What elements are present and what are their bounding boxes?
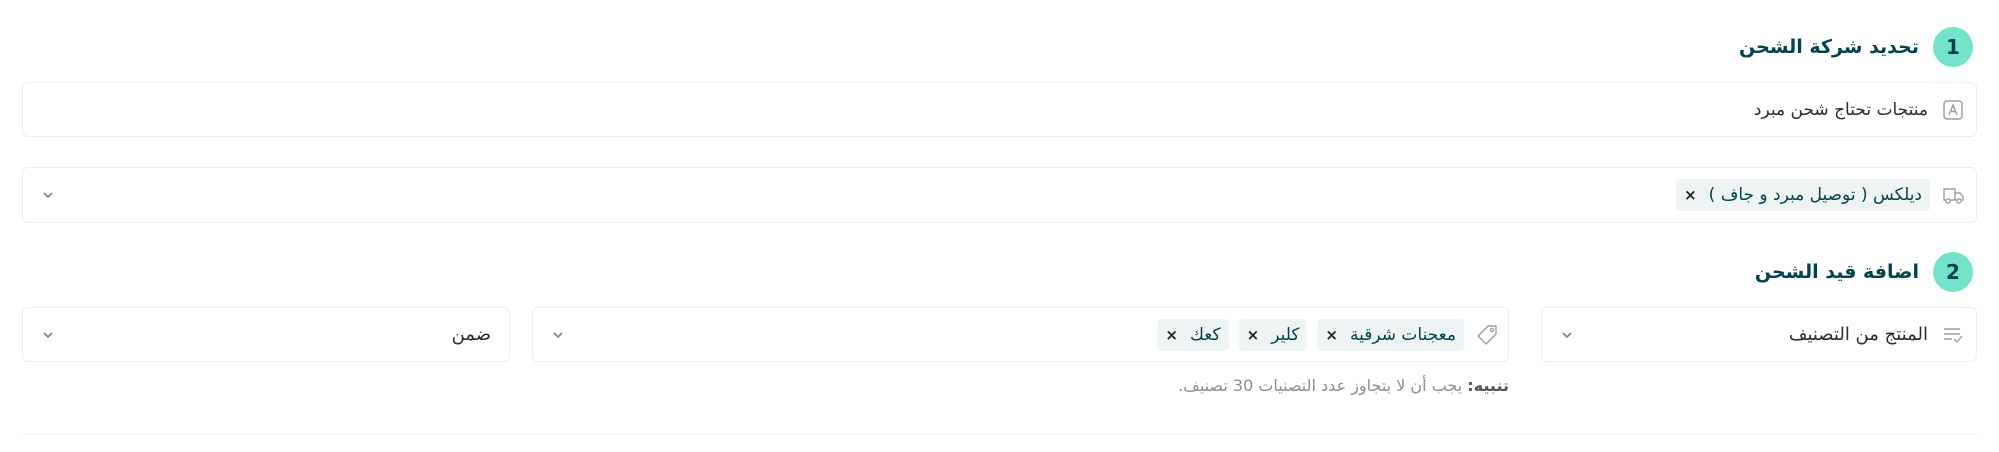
constraint-type-value: المنتج من التصنيف: [1788, 324, 1928, 345]
carrier-tag-label: ديلكس ( توصيل مبرد و جاف ): [1708, 185, 1922, 205]
carrier-select[interactable]: ديلكس ( توصيل مبرد و جاف ) ×: [22, 167, 1977, 223]
category-tag-label: كلير: [1271, 324, 1300, 345]
step2-badge: 2: [1933, 252, 1973, 292]
category-tag: كلير ×: [1238, 318, 1308, 351]
note-text: يجب أن لا يتجاوز عدد التصنيات 30 تصنيف.: [1178, 376, 1468, 395]
constraint-type-select[interactable]: المنتج من التصنيف: [1541, 307, 1977, 362]
letter-a-box-icon: [1940, 97, 1966, 123]
chevron-down-icon[interactable]: [41, 328, 55, 342]
list-check-icon: [1940, 322, 1966, 348]
divider: [22, 434, 1977, 435]
category-tag-label: معجنات شرقية: [1350, 324, 1456, 345]
remove-category-button[interactable]: ×: [1165, 326, 1178, 344]
cold-shipping-label: منتجات تحتاج شحن مبرد: [1753, 99, 1928, 120]
step2-header: 2 اضافة قيد الشحن: [1755, 252, 1973, 292]
step1-title: تحديد شركة الشحن: [1739, 36, 1919, 58]
categories-select[interactable]: معجنات شرقية × كلير × كعك ×: [532, 307, 1509, 362]
note-label: تنبيه:: [1467, 376, 1509, 395]
remove-category-button[interactable]: ×: [1247, 326, 1260, 344]
chevron-down-icon[interactable]: [551, 328, 565, 342]
condition-select[interactable]: ضمن: [22, 307, 510, 362]
category-tag: معجنات شرقية ×: [1317, 318, 1464, 351]
remove-category-button[interactable]: ×: [1325, 326, 1338, 344]
carrier-tag: ديلكس ( توصيل مبرد و جاف ) ×: [1676, 179, 1930, 211]
chevron-down-icon[interactable]: [1560, 328, 1574, 342]
category-tag: كعك ×: [1157, 318, 1229, 351]
categories-limit-note: تنبيه: يجب أن لا يتجاوز عدد التصنيات 30 …: [1178, 376, 1509, 395]
condition-value: ضمن: [451, 324, 491, 345]
cold-shipping-option[interactable]: منتجات تحتاج شحن مبرد: [22, 82, 1977, 137]
step2-title: اضافة قيد الشحن: [1754, 261, 1919, 283]
category-tag-label: كعك: [1189, 324, 1221, 345]
step1-badge: 1: [1933, 27, 1973, 67]
truck-icon: [1940, 182, 1966, 208]
remove-carrier-button[interactable]: ×: [1684, 186, 1697, 204]
step1-header: 1 تحديد شركة الشحن: [1739, 27, 1973, 67]
chevron-down-icon[interactable]: [41, 188, 55, 202]
tag-icon: [1474, 322, 1500, 348]
